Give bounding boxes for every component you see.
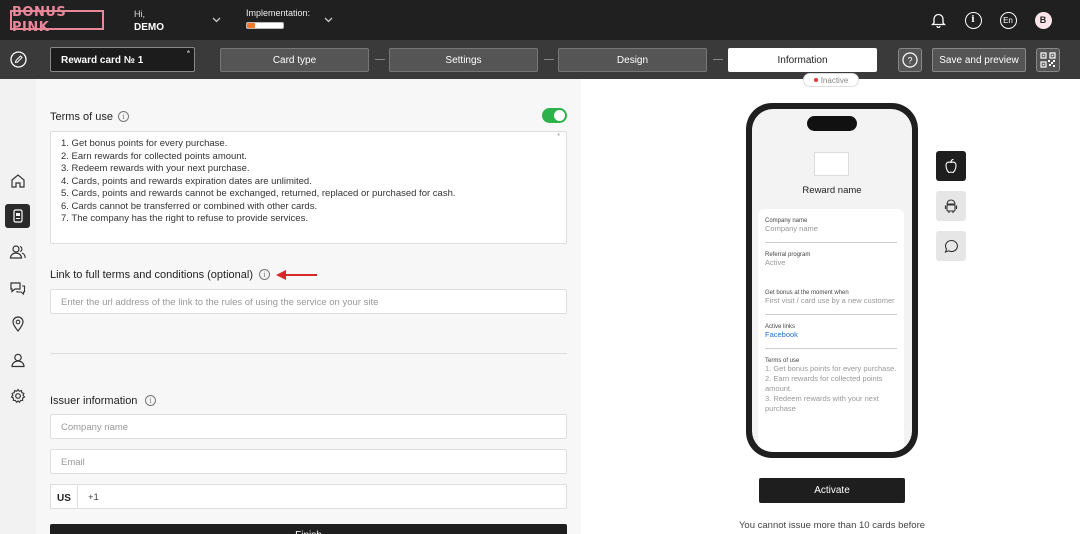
user-greeting: Hi, DEMO <box>134 8 164 34</box>
terms-title: Terms of use <box>50 111 113 123</box>
detail-separator <box>765 278 897 279</box>
chevron-down-icon[interactable] <box>322 14 334 26</box>
detail-link[interactable]: Facebook <box>765 330 897 340</box>
info-icon[interactable]: i <box>259 269 270 280</box>
android-icon <box>944 198 958 214</box>
qr-code-button[interactable] <box>1036 48 1060 72</box>
card-details: Company name Company name Referral progr… <box>758 209 904 452</box>
phone-mockup: Reward name Company name Company name Re… <box>746 103 918 458</box>
terms-toggle[interactable] <box>542 108 567 123</box>
chat-preview-button[interactable] <box>936 231 966 261</box>
toggle-knob <box>554 110 565 121</box>
step-connector <box>544 59 554 60</box>
apple-icon <box>944 158 958 174</box>
implementation-status: Implementation: <box>246 8 310 29</box>
chat-bubble-icon <box>944 239 959 254</box>
chevron-down-icon[interactable] <box>210 14 222 26</box>
info-icon[interactable]: i <box>118 111 129 122</box>
pencil-icon[interactable] <box>10 51 27 71</box>
detail-separator <box>765 314 897 315</box>
info-icon[interactable]: i <box>145 395 156 406</box>
svg-text:?: ? <box>907 56 912 66</box>
brand-logo[interactable]: BONUS PINK <box>10 5 104 35</box>
terms-line: 7. The company has the right to refuse t… <box>61 213 308 224</box>
detail-value: First visit / card use by a new customer <box>765 296 895 305</box>
apple-wallet-button[interactable] <box>936 151 966 181</box>
detail-separator <box>765 242 897 243</box>
detail-value: 1. Get bonus points for every purchase. … <box>765 364 897 413</box>
terms-line: 2. Earn rewards for collected points amo… <box>61 150 247 162</box>
activate-button[interactable]: Activate <box>759 478 905 503</box>
language-switcher[interactable]: En <box>999 11 1017 29</box>
messages-icon[interactable] <box>5 276 30 300</box>
status-text: Inactive <box>820 75 849 85</box>
implementation-label: Implementation: <box>246 8 311 18</box>
reward-name: Reward name <box>802 185 862 196</box>
terms-textarea[interactable]: * 1. Get bonus points for every purchase… <box>50 131 567 244</box>
user-name: DEMO <box>134 22 164 33</box>
left-sidebar <box>0 79 36 534</box>
bell-icon[interactable] <box>929 11 947 29</box>
tab-settings[interactable]: Settings <box>389 48 538 72</box>
card-thumbnail <box>814 152 849 176</box>
section-divider <box>50 353 567 354</box>
required-marker: * <box>186 49 190 58</box>
detail-value: Company name <box>765 224 818 233</box>
email-input[interactable]: Email <box>50 449 567 474</box>
limit-note: You cannot issue more than 10 cards befo… <box>738 520 926 531</box>
question-icon: ? <box>902 52 918 68</box>
card-name-value: Reward card № 1 <box>61 55 144 66</box>
terms-link-input[interactable]: Enter the url address of the link to the… <box>50 289 567 314</box>
detail-separator <box>765 348 897 349</box>
status-badge: Inactive <box>803 73 859 87</box>
user-profile-icon[interactable] <box>5 348 30 372</box>
status-dot <box>813 78 818 82</box>
phone-input[interactable]: +1 <box>77 484 567 509</box>
tab-information[interactable]: Information <box>728 48 877 72</box>
terms-line: 4. Cards, points and rewards expiration … <box>61 175 312 187</box>
tab-design[interactable]: Design <box>558 48 707 72</box>
cards-icon[interactable] <box>5 204 30 228</box>
terms-line: 1. Get bonus points for every purchase. <box>61 138 228 149</box>
android-button[interactable] <box>936 191 966 221</box>
step-connector <box>375 59 385 60</box>
finish-button[interactable]: Finish <box>50 524 567 534</box>
location-pin-icon[interactable] <box>5 312 30 336</box>
greeting-text: Hi, <box>134 9 145 19</box>
terms-line: 5. Cards, points and rewards cannot be e… <box>61 188 456 199</box>
qr-code-icon <box>1040 52 1056 68</box>
required-marker: * <box>557 133 560 140</box>
info-icon[interactable]: i <box>964 11 982 29</box>
detail-value: Active <box>765 258 786 267</box>
step-connector <box>713 59 723 60</box>
country-selector[interactable]: US <box>50 484 77 509</box>
top-bar: BONUS PINK Hi, DEMO Implementation: i En… <box>0 0 1080 40</box>
link-title: Link to full terms and conditions (optio… <box>50 269 253 281</box>
implementation-progress-bar <box>246 22 284 29</box>
customers-icon[interactable] <box>5 240 30 264</box>
issuer-title: Issuer information <box>50 395 138 407</box>
terms-line: 3. Redeem rewards with your next purchas… <box>61 163 250 174</box>
terms-line: 6. Cards cannot be transferred or combin… <box>61 200 318 212</box>
company-name-input[interactable]: Company name <box>50 414 567 439</box>
avatar[interactable]: B <box>1034 11 1052 29</box>
red-arrow-icon <box>276 270 317 280</box>
help-button[interactable]: ? <box>898 48 922 72</box>
home-icon[interactable] <box>5 169 30 193</box>
card-name-input[interactable]: Reward card № 1 * <box>50 47 195 72</box>
gear-icon[interactable] <box>5 384 30 408</box>
phone-notch <box>807 116 857 131</box>
phone-screen: Reward name Company name Company name Re… <box>752 109 912 452</box>
tab-card-type[interactable]: Card type <box>220 48 369 72</box>
save-and-preview-button[interactable]: Save and preview <box>932 48 1026 72</box>
